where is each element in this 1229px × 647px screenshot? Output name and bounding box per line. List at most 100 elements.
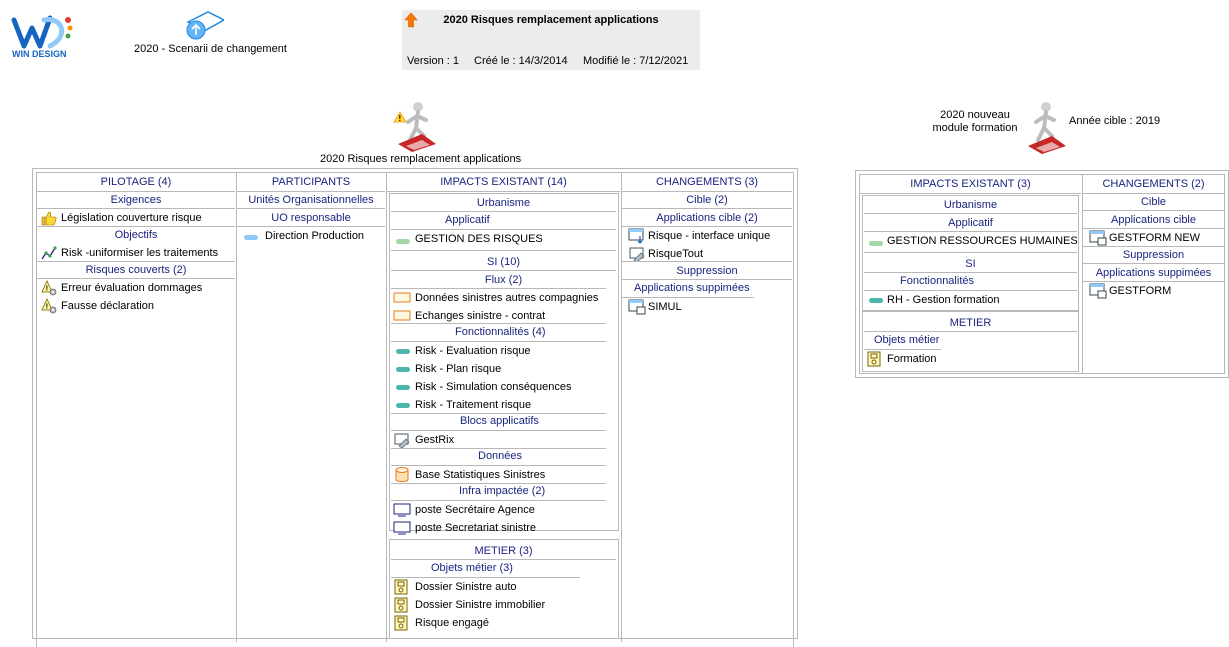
objectifs-header[interactable]: Objectifs	[37, 228, 235, 242]
participants-header[interactable]: PARTICIPANTS	[237, 175, 385, 189]
scenario-label[interactable]: 2020 - Scenarii de changement	[134, 42, 287, 56]
version-label: Version : 1	[407, 55, 459, 67]
right-applicatif-item[interactable]: GESTION RESSOURCES HUMAINES	[887, 234, 1078, 248]
app-target-icon	[628, 228, 646, 247]
supp-item[interactable]: SIMUL	[648, 300, 682, 314]
right-cible-header[interactable]: Cible	[1083, 195, 1224, 209]
fonctionnalite-item[interactable]: Risk - Evaluation risque	[415, 344, 531, 358]
right-objets-header[interactable]: Objets métier	[874, 334, 939, 346]
fonctionnalite-item[interactable]: Risk - Traitement risque	[415, 398, 531, 412]
created-label: Créé le : 14/3/2014	[474, 55, 568, 67]
uo-item[interactable]: Direction Production	[265, 229, 364, 243]
objet-item[interactable]: Dossier Sinistre auto	[415, 580, 517, 594]
objet-item[interactable]: Dossier Sinistre immobilier	[415, 598, 545, 612]
function-icon	[395, 347, 411, 359]
blocs-header[interactable]: Blocs applicatifs	[460, 415, 539, 427]
infra-item[interactable]: poste Secrétaire Agence	[415, 503, 535, 517]
scenario-icon[interactable]	[184, 10, 226, 40]
right-title-line2: module formation	[932, 122, 1018, 134]
suppression-header[interactable]: Suppression	[622, 264, 792, 278]
changements-column: CHANGEMENTS (3) Cible (2) Applications c…	[622, 169, 792, 638]
application-icon	[868, 239, 884, 251]
right-changements-header[interactable]: CHANGEMENTS (2)	[1083, 177, 1224, 191]
cible-item[interactable]: Risque - interface unique	[648, 229, 770, 243]
fonctionnalite-item[interactable]: Risk - Plan risque	[415, 362, 501, 376]
right-app-supp-header[interactable]: Applications suppimées	[1083, 266, 1224, 280]
modified-label: Modifié le : 7/12/2021	[583, 55, 689, 67]
app-removed-icon	[628, 299, 646, 318]
infra-item[interactable]: poste Secretariat sinistre	[415, 521, 536, 535]
right-supp-item[interactable]: GESTFORM	[1109, 284, 1171, 298]
applicatif-header[interactable]: Applicatif	[445, 214, 490, 226]
applicatif-item[interactable]: GESTION DES RISQUES	[415, 232, 543, 246]
right-app-cible-header[interactable]: Applications cible	[1083, 213, 1224, 227]
participants-column: PARTICIPANTS Unités Organisationnelles U…	[237, 169, 385, 638]
uo-header[interactable]: UO responsable	[237, 211, 385, 225]
runner-icon[interactable]	[1022, 100, 1070, 154]
unites-header[interactable]: Unités Organisationnelles	[237, 193, 385, 207]
monitor-icon	[393, 520, 411, 539]
business-object-icon	[393, 615, 409, 634]
fonctionnalite-item[interactable]: Risk - Simulation conséquences	[415, 380, 572, 394]
flux-item[interactable]: Echanges sinistre - contrat	[415, 309, 545, 323]
flux-header[interactable]: Flux (2)	[387, 273, 620, 287]
left-card: PILOTAGE (4) Exigences Législation couve…	[32, 168, 798, 647]
right-applicatif-header[interactable]: Applicatif	[860, 216, 1081, 230]
exigences-header[interactable]: Exigences	[37, 193, 235, 207]
org-unit-icon	[243, 233, 259, 245]
right-fonct-item[interactable]: RH - Gestion formation	[887, 293, 999, 307]
bloc-item[interactable]: GestRix	[415, 433, 454, 447]
right-urbanisme-header[interactable]: Urbanisme	[860, 198, 1081, 212]
objet-item[interactable]: Risque engagé	[415, 616, 489, 630]
header-title: 2020 Risques remplacement applications	[443, 14, 659, 26]
svg-text:!: !	[399, 114, 402, 123]
business-object-icon	[866, 351, 882, 370]
fonctionnalites-header[interactable]: Fonctionnalités (4)	[455, 326, 546, 338]
right-impacts-header[interactable]: IMPACTS EXISTANT (3)	[860, 177, 1081, 191]
function-icon	[395, 401, 411, 413]
right-card-title[interactable]: 2020 nouveau module formation	[928, 109, 1022, 135]
infra-header[interactable]: Infra impactée (2)	[459, 485, 545, 497]
function-icon	[395, 365, 411, 377]
cible-header[interactable]: Cible (2)	[622, 193, 792, 207]
impacts-column: IMPACTS EXISTANT (14) Urbanisme Applicat…	[387, 169, 620, 639]
right-fonct-header[interactable]: Fonctionnalités	[900, 275, 974, 287]
risque-item[interactable]: Fausse déclaration	[61, 299, 154, 313]
right-objet-item[interactable]: Formation	[887, 352, 937, 366]
annee-cible: Année cible : 2019	[1069, 115, 1161, 127]
application-icon	[395, 237, 411, 249]
business-object-icon	[393, 579, 409, 598]
flux-item[interactable]: Données sinistres autres compagnies	[415, 291, 598, 305]
changements-header[interactable]: CHANGEMENTS (3)	[622, 175, 792, 189]
pilotage-header[interactable]: PILOTAGE (4)	[37, 175, 235, 189]
svg-text:WIN DESIGN: WIN DESIGN	[12, 49, 67, 59]
cible-item[interactable]: RisqueTout	[648, 247, 703, 261]
impacts-header[interactable]: IMPACTS EXISTANT (14)	[387, 175, 620, 189]
flux-icon	[393, 290, 411, 307]
si-header[interactable]: SI (10)	[387, 255, 620, 269]
pilotage-column: PILOTAGE (4) Exigences Législation couve…	[37, 169, 235, 638]
header-box: 2020 Risques remplacement applications V…	[402, 10, 700, 70]
exigence-item[interactable]: Législation couverture risque	[61, 211, 202, 225]
app-cible-header[interactable]: Applications cible (2)	[622, 211, 792, 225]
svg-text:!: !	[46, 286, 48, 293]
right-cible-item[interactable]: GESTFORM NEW	[1109, 231, 1200, 245]
runner-warning-icon[interactable]: !	[392, 100, 440, 152]
donnees-header[interactable]: Données	[478, 450, 522, 462]
right-si-header[interactable]: SI	[860, 257, 1081, 271]
app-supp-header[interactable]: Applications suppimées	[634, 282, 750, 294]
urbanisme-header[interactable]: Urbanisme	[387, 196, 620, 210]
objets-header[interactable]: Objets métier (3)	[431, 562, 513, 574]
metier-header[interactable]: METIER (3)	[387, 544, 620, 558]
right-suppression-header[interactable]: Suppression	[1083, 248, 1224, 262]
business-object-icon	[393, 597, 409, 616]
monitor-icon	[393, 502, 411, 521]
objectif-item[interactable]: Risk -uniformiser les traitements	[61, 246, 218, 260]
right-metier-header[interactable]: METIER	[860, 316, 1081, 330]
left-card-title[interactable]: 2020 Risques remplacement applications	[320, 152, 521, 166]
right-card: IMPACTS EXISTANT (3) Urbanisme Applicati…	[855, 170, 1229, 378]
windesign-logo: WIN DESIGN	[10, 10, 76, 62]
risques-header[interactable]: Risques couverts (2)	[37, 263, 235, 277]
risque-item[interactable]: Erreur évaluation dommages	[61, 281, 202, 295]
donnee-item[interactable]: Base Statistiques Sinistres	[415, 468, 545, 482]
